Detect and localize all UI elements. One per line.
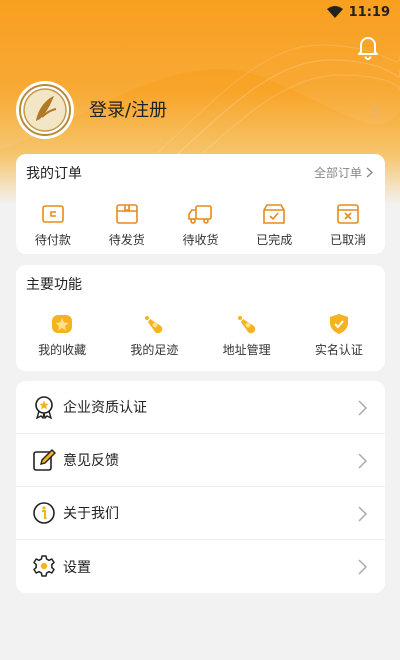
- menu-item-feedback[interactable]: 意见反馈: [16, 434, 385, 487]
- features-grid: 我的收藏 我的足迹 地址管理 实名认证: [16, 313, 385, 358]
- order-status-label: 已完成: [256, 233, 293, 247]
- menu-item-label: 设置: [63, 559, 91, 576]
- order-status-label: 待发货: [108, 233, 145, 247]
- orders-title: 我的订单: [26, 166, 82, 182]
- feature-real-name[interactable]: 实名认证: [293, 313, 385, 358]
- menu-item-label: 企业资质认证: [63, 400, 147, 416]
- chevron-right-icon: [358, 506, 367, 522]
- orders-card: 我的订单 全部订单 待付款 待发货 待收货 已完成 已取消: [16, 154, 385, 254]
- feature-label: 实名认证: [314, 343, 363, 357]
- order-status-label: 待收货: [182, 233, 219, 247]
- all-orders-label: 全部订单: [313, 166, 362, 180]
- avatar[interactable]: [16, 81, 74, 139]
- feature-label: 我的收藏: [38, 343, 87, 357]
- chevron-right-icon[interactable]: [370, 100, 382, 120]
- badge-star-icon: [35, 396, 53, 419]
- order-completed[interactable]: 已完成: [237, 203, 311, 248]
- box-check-icon: [263, 204, 286, 224]
- menu-card: 企业资质认证 意见反馈 关于我们 设置: [16, 381, 385, 593]
- menu-item-label: 意见反馈: [63, 453, 119, 469]
- order-status-label: 已取消: [330, 233, 367, 247]
- menu-item-label: 关于我们: [63, 506, 119, 522]
- notification-bell-icon[interactable]: [355, 34, 381, 60]
- wifi-icon: [326, 6, 343, 18]
- chevron-right-icon: [366, 167, 373, 178]
- wallet-icon: [42, 205, 64, 223]
- order-status-label: 待付款: [34, 233, 71, 247]
- box-cancel-icon: [337, 204, 359, 224]
- menu-item-settings[interactable]: 设置: [16, 540, 385, 593]
- menu-item-about-us[interactable]: 关于我们: [16, 487, 385, 540]
- truck-icon: [188, 205, 213, 224]
- order-status-grid: 待付款 待发货 待收货 已完成 已取消: [16, 203, 385, 248]
- all-orders-link[interactable]: 全部订单: [314, 164, 373, 181]
- shield-check-icon: [329, 314, 348, 334]
- login-register-link[interactable]: 登录/注册: [89, 96, 167, 122]
- order-cancelled[interactable]: 已取消: [311, 203, 385, 248]
- status-time: 11:19: [348, 4, 390, 20]
- feature-label: 我的足迹: [130, 343, 179, 357]
- order-pending-payment[interactable]: 待付款: [16, 203, 90, 248]
- location-icon: [237, 316, 255, 334]
- order-pending-receipt[interactable]: 待收货: [164, 203, 238, 248]
- feature-label: 地址管理: [222, 343, 271, 357]
- menu-item-enterprise-certification[interactable]: 企业资质认证: [16, 381, 385, 434]
- main-features-card: 主要功能 我的收藏 我的足迹 地址管理 实名认证: [16, 265, 385, 371]
- order-pending-shipment[interactable]: 待发货: [90, 203, 164, 248]
- edit-icon: [33, 449, 56, 471]
- logo-icon: [19, 84, 71, 136]
- star-icon: [52, 315, 73, 333]
- feature-address[interactable]: 地址管理: [201, 313, 293, 358]
- gear-icon: [33, 555, 55, 577]
- info-icon: [33, 502, 55, 524]
- chevron-right-icon: [358, 559, 367, 575]
- chevron-right-icon: [358, 453, 367, 469]
- chevron-right-icon: [358, 400, 367, 416]
- footprint-icon: [145, 316, 163, 334]
- features-title: 主要功能: [26, 277, 82, 293]
- feature-footprints[interactable]: 我的足迹: [108, 313, 200, 358]
- feature-favorites[interactable]: 我的收藏: [16, 313, 108, 358]
- status-bar: 11:19: [0, 0, 400, 24]
- box-icon: [115, 204, 138, 224]
